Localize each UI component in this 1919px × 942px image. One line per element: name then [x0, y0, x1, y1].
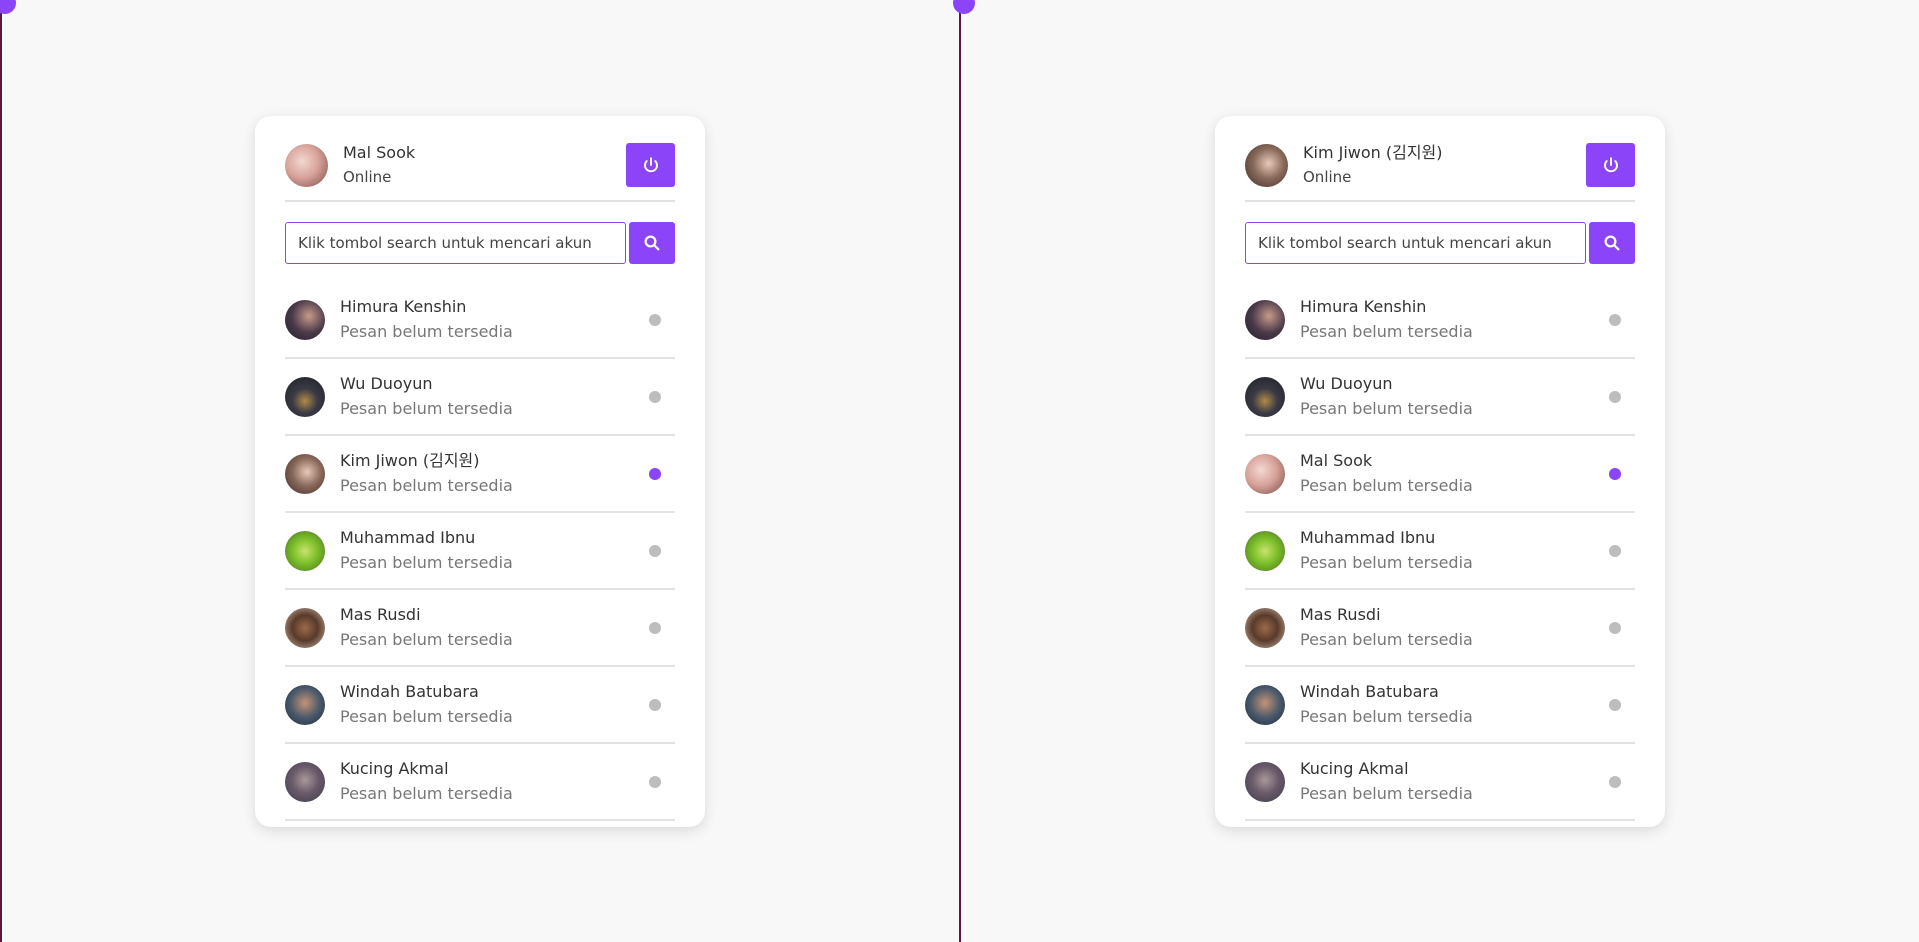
- contact-item[interactable]: Mal Sook Pesan belum tersedia: [1245, 436, 1635, 513]
- user-header: Mal Sook Online: [285, 140, 675, 202]
- status-dot: [1609, 775, 1621, 788]
- contact-name: Mal Sook: [1300, 450, 1373, 470]
- contact-name: Muhammad Ibnu: [340, 527, 476, 547]
- search-row: [1245, 222, 1635, 264]
- contact-message: Pesan belum tersedia: [340, 398, 513, 418]
- contact-avatar: [285, 530, 325, 571]
- contact-avatar: [1245, 299, 1285, 340]
- contact-item[interactable]: Himura Kenshin Pesan belum tersedia: [285, 282, 675, 359]
- contact-avatar: [1245, 761, 1285, 802]
- user-info: Mal Sook Online: [343, 141, 626, 189]
- user-header: Kim Jiwon (김지원) Online: [1245, 140, 1635, 202]
- user-name: Mal Sook: [343, 143, 416, 162]
- contact-name: Kim Jiwon (김지원): [340, 450, 480, 470]
- contact-message: Pesan belum tersedia: [1300, 475, 1473, 495]
- logout-button[interactable]: [626, 143, 675, 187]
- contact-list: Himura Kenshin Pesan belum tersedia Wu D…: [1245, 282, 1635, 821]
- contact-name: Wu Duoyun: [1300, 373, 1393, 393]
- contact-avatar: [285, 607, 325, 648]
- contact-name: Kucing Akmal: [340, 758, 449, 778]
- contact-avatar: [285, 453, 325, 494]
- corner-dot: [0, 0, 16, 14]
- contact-avatar: [285, 761, 325, 802]
- chat-pane-right: Kim Jiwon (김지원) Online Klik tombol searc…: [953, 0, 1919, 942]
- user-name: Kim Jiwon (김지원): [1303, 143, 1443, 162]
- search-row: [285, 222, 675, 264]
- user-avatar: [285, 143, 328, 187]
- status-dot: [649, 698, 661, 711]
- contact-avatar: [285, 684, 325, 725]
- contact-name: Wu Duoyun: [340, 373, 433, 393]
- contact-name: Muhammad Ibnu: [1300, 527, 1436, 547]
- search-input[interactable]: [285, 222, 626, 264]
- status-dot: [1609, 621, 1621, 634]
- user-status: Online: [1303, 168, 1352, 186]
- contact-item[interactable]: Windah Batubara Pesan belum tersedia: [285, 667, 675, 744]
- user-avatar: [1245, 143, 1288, 187]
- contact-message: Pesan belum tersedia: [340, 783, 513, 803]
- contact-name: Windah Batubara: [1300, 681, 1439, 701]
- contact-message: Pesan belum tersedia: [1300, 783, 1473, 803]
- power-icon: [643, 157, 658, 173]
- status-dot: [649, 544, 661, 557]
- contact-avatar: [285, 299, 325, 340]
- contact-avatar: [285, 376, 325, 417]
- contact-message: Pesan belum tersedia: [1300, 629, 1473, 649]
- contact-name: Windah Batubara: [340, 681, 479, 701]
- power-icon: [1603, 157, 1618, 173]
- status-dot: [1609, 544, 1621, 557]
- logout-button[interactable]: [1586, 143, 1635, 187]
- contact-message: Pesan belum tersedia: [340, 706, 513, 726]
- contact-message: Pesan belum tersedia: [340, 321, 513, 341]
- contact-name: Himura Kenshin: [340, 296, 467, 316]
- search-icon: [1604, 235, 1620, 251]
- search-button[interactable]: [629, 222, 675, 264]
- contact-item[interactable]: Muhammad Ibnu Pesan belum tersedia: [1245, 513, 1635, 590]
- status-dot: [649, 313, 661, 326]
- contact-item[interactable]: Himura Kenshin Pesan belum tersedia: [1245, 282, 1635, 359]
- contact-message: Pesan belum tersedia: [1300, 706, 1473, 726]
- user-status: Online: [343, 168, 392, 186]
- contact-item[interactable]: Muhammad Ibnu Pesan belum tersedia: [285, 513, 675, 590]
- status-dot: [1609, 390, 1621, 403]
- contact-message: Pesan belum tersedia: [1300, 321, 1473, 341]
- chat-card: Kim Jiwon (김지원) Online Klik tombol searc…: [1215, 116, 1665, 827]
- contact-name: Mas Rusdi: [340, 604, 421, 624]
- status-dot: [649, 390, 661, 403]
- search-icon: [644, 235, 660, 251]
- contact-message: Pesan belum tersedia: [1300, 552, 1473, 572]
- status-dot: [1609, 313, 1621, 326]
- contact-avatar: [1245, 453, 1285, 494]
- contact-message: Pesan belum tersedia: [340, 552, 513, 572]
- status-dot-active: [649, 467, 661, 480]
- contact-message: Pesan belum tersedia: [1300, 398, 1473, 418]
- search-button[interactable]: [1589, 222, 1635, 264]
- contact-item[interactable]: Wu Duoyun Pesan belum tersedia: [1245, 359, 1635, 436]
- chat-pane-left: Mal Sook Online Klik tombol search untuk…: [0, 0, 959, 942]
- contact-avatar: [1245, 530, 1285, 571]
- contact-item[interactable]: Windah Batubara Pesan belum tersedia: [1245, 667, 1635, 744]
- contact-item[interactable]: Mas Rusdi Pesan belum tersedia: [1245, 590, 1635, 667]
- status-dot-active: [1609, 467, 1621, 480]
- contact-name: Mas Rusdi: [1300, 604, 1381, 624]
- contact-name: Kucing Akmal: [1300, 758, 1409, 778]
- contact-list: Himura Kenshin Pesan belum tersedia Wu D…: [285, 282, 675, 821]
- contact-message: Pesan belum tersedia: [340, 475, 513, 495]
- status-dot: [649, 775, 661, 788]
- status-dot: [1609, 698, 1621, 711]
- contact-avatar: [1245, 607, 1285, 648]
- contact-item[interactable]: Mas Rusdi Pesan belum tersedia: [285, 590, 675, 667]
- contact-item[interactable]: Kim Jiwon (김지원) Pesan belum tersedia: [285, 436, 675, 513]
- contact-item[interactable]: Wu Duoyun Pesan belum tersedia: [285, 359, 675, 436]
- contact-message: Pesan belum tersedia: [340, 629, 513, 649]
- contact-avatar: [1245, 376, 1285, 417]
- search-input[interactable]: [1245, 222, 1586, 264]
- contact-name: Himura Kenshin: [1300, 296, 1427, 316]
- user-info: Kim Jiwon (김지원) Online: [1303, 141, 1586, 189]
- contact-item[interactable]: Kucing Akmal Pesan belum tersedia: [1245, 744, 1635, 821]
- chat-card: Mal Sook Online Klik tombol search untuk…: [255, 116, 705, 827]
- contact-avatar: [1245, 684, 1285, 725]
- status-dot: [649, 621, 661, 634]
- contact-item[interactable]: Kucing Akmal Pesan belum tersedia: [285, 744, 675, 821]
